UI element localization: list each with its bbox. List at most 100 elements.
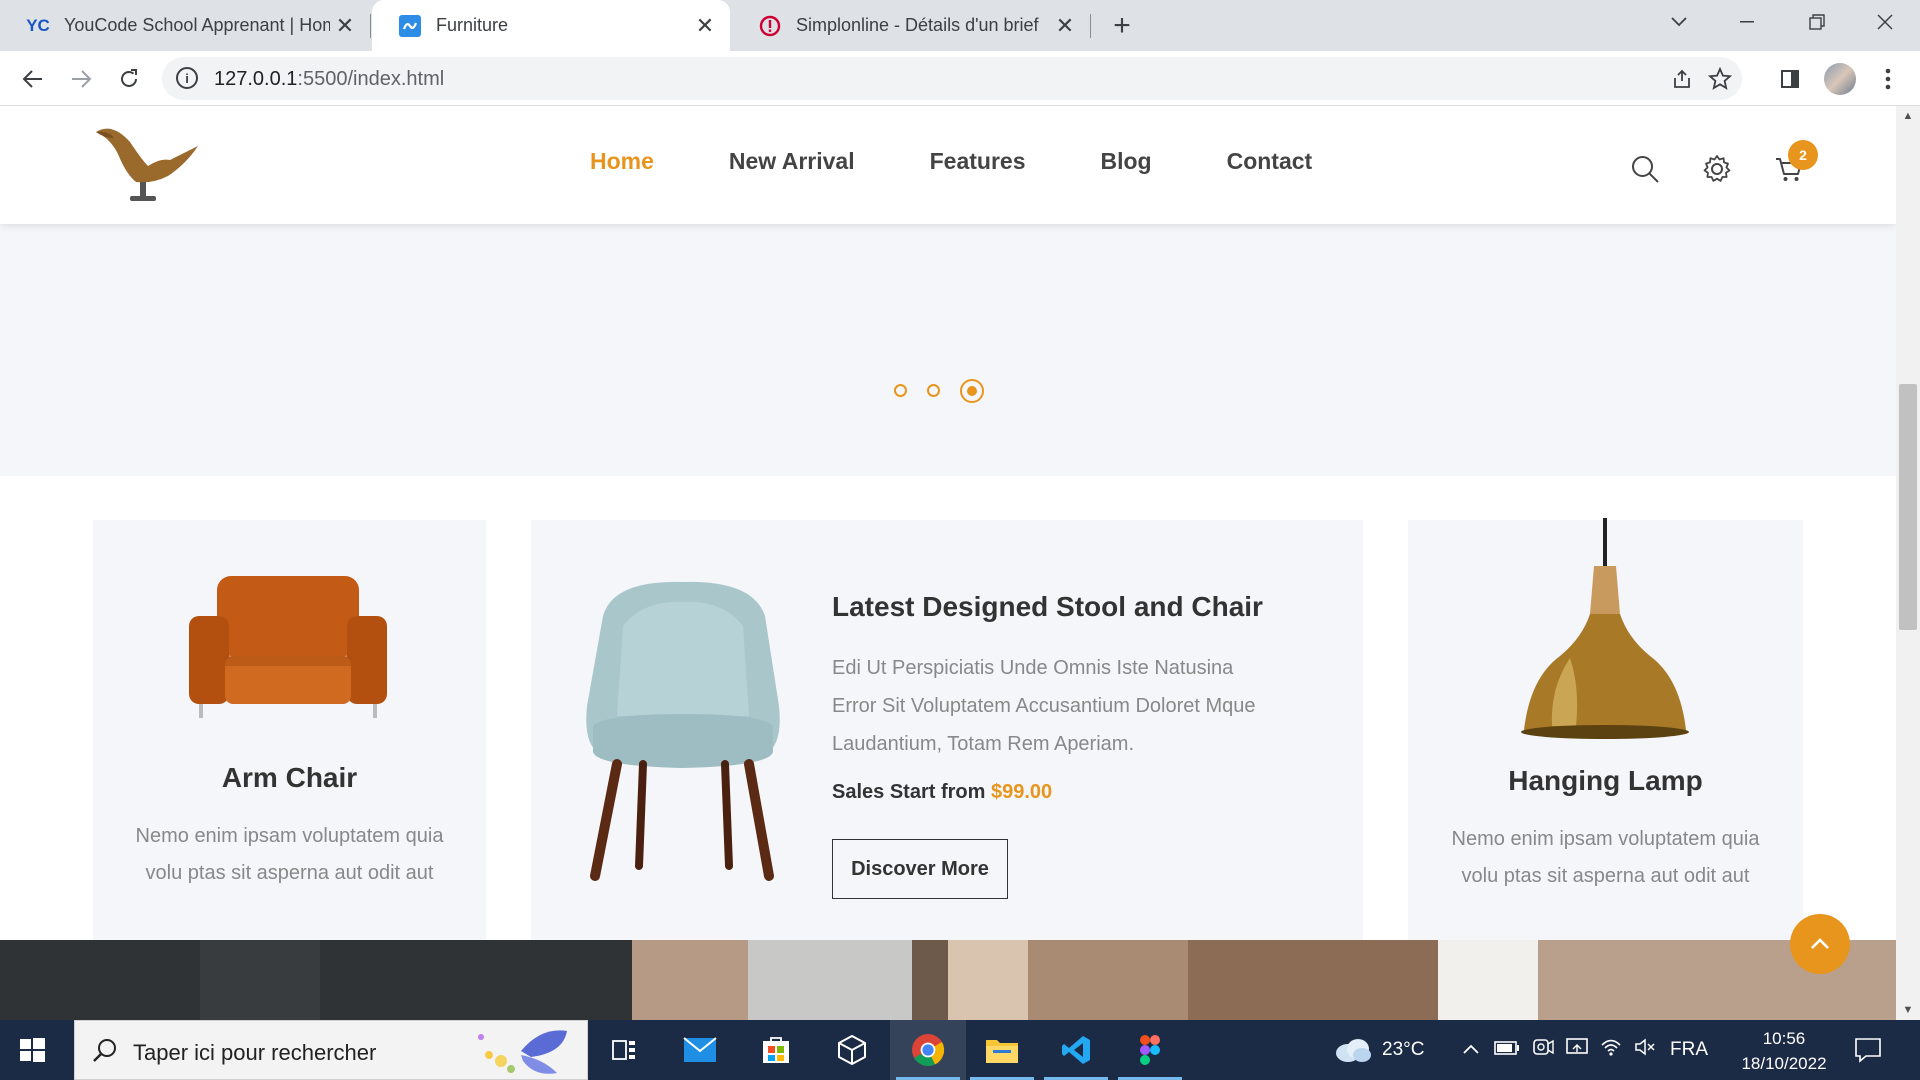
simplon-favicon [758,14,782,38]
search-placeholder: Taper ici pour rechercher [133,1040,377,1065]
scroll-down-arrow-icon[interactable]: ▼ [1900,1002,1916,1018]
microsoft-store-icon[interactable] [738,1020,814,1080]
product-desc-line-1: Nemo enim ipsam voluptatem quia [1451,828,1760,850]
product-name: Arm Chair [221,762,358,793]
task-view-icon[interactable] [586,1020,662,1080]
butterfly-highlight-icon [478,1030,567,1074]
vscode-app-icon[interactable] [1038,1020,1114,1080]
site-header: Home New Arrival Features Blog Contact [0,106,1896,224]
site-info-icon[interactable]: i [176,67,198,89]
page-viewport: Home New Arrival Features Blog Contact A… [0,106,1896,1020]
featured-desc-line-3: Laudantium, Totam Rem Aperiam. [832,733,1135,755]
tab-youcode[interactable]: YC YouCode School Apprenant | Home ✕ [0,0,370,51]
windows-taskbar: Taper ici pour rechercher 23°C FRA 10:56… [0,1020,1920,1080]
tab-simplonline[interactable]: Simplonline - Détails d'un brief ✕ [732,0,1090,51]
nav-contact[interactable]: Contact [1227,148,1313,175]
volume-muted-icon[interactable] [1634,1037,1656,1063]
tab-separator [370,14,371,38]
price-amount: $99.00 [990,781,1053,803]
mail-app-icon[interactable] [662,1020,738,1080]
profile-avatar[interactable] [1824,63,1856,95]
figma-app-icon[interactable] [1112,1020,1188,1080]
side-panel-icon[interactable] [1776,65,1804,93]
reload-icon[interactable] [110,60,148,98]
tab-search-chevron-icon[interactable] [1656,4,1702,40]
forward-arrow-icon[interactable] [62,60,100,98]
windows-start-icon[interactable] [14,1032,50,1068]
share-icon[interactable] [1668,65,1696,93]
accent-chair-image [586,581,780,881]
clock-time: 10:56 [1762,1029,1806,1048]
browser-toolbar: i 127.0.0.1:5500/index.html [0,51,1920,106]
main-nav: Home New Arrival Features Blog Contact [590,148,1387,175]
tray-chevron-up-icon[interactable] [1462,1039,1480,1061]
weather-widget[interactable]: 23°C [1334,1020,1424,1080]
discover-more-button[interactable]: Discover More [832,839,1008,899]
product-name: Hanging Lamp [1508,765,1703,796]
tab-title: YouCode School Apprenant | Home [64,15,330,35]
battery-icon[interactable] [1494,1039,1520,1061]
gear-icon[interactable] [1700,152,1734,186]
tab-title: Simplonline - Détails d'un brief [796,15,1039,35]
arm-chair-image [189,576,387,718]
nav-new-arrival[interactable]: New Arrival [729,148,855,175]
search-icon [93,1039,116,1062]
product-card-hanging-lamp[interactable]: Hanging Lamp Nemo enim ipsam voluptatem … [1408,518,1803,940]
camera-icon[interactable] [1532,1037,1554,1063]
back-arrow-icon[interactable] [14,60,52,98]
nav-home[interactable]: Home [590,148,654,175]
tab-separator [1090,14,1091,38]
chrome-app-icon[interactable] [890,1020,966,1080]
file-explorer-icon[interactable] [964,1020,1040,1080]
featured-description: Edi Ut Perspiciatis Unde Omnis Iste Natu… [832,649,1292,763]
scrollbar-thumb[interactable] [1899,384,1917,630]
bookmark-star-icon[interactable] [1706,65,1734,93]
product-card-arm-chair[interactable]: Arm Chair Nemo enim ipsam voluptatem qui… [93,520,486,940]
system-tray-icons: FRA [1462,1020,1708,1080]
chevron-up-icon [1811,938,1829,949]
hero-slider [0,224,1896,476]
notification-center-icon[interactable] [1854,1020,1882,1080]
tab-title: Furniture [436,15,509,35]
minimize-icon[interactable] [1724,4,1770,40]
featured-title: Latest Designed Stool and Chair [832,591,1263,622]
scroll-to-top-button[interactable] [1790,914,1850,974]
address-bar[interactable]: i 127.0.0.1:5500/index.html [162,57,1742,100]
close-tab-icon[interactable]: ✕ [690,11,720,41]
bird-chair-logo-icon[interactable] [90,120,200,210]
page-scrollbar[interactable]: ▲ ▼ [1896,106,1920,1020]
screen-share-icon[interactable] [1566,1037,1588,1063]
cart-count-badge: 2 [1788,140,1818,170]
slider-dot-1[interactable] [894,384,907,397]
featured-desc-line-1: Edi Ut Perspiciatis Unde Omnis Iste Natu… [832,657,1234,679]
kebab-menu-icon[interactable] [1874,65,1902,93]
next-section-banner-image [0,940,1896,1020]
nav-blog[interactable]: Blog [1100,148,1151,175]
nav-features[interactable]: Features [930,148,1026,175]
slider-dot-2[interactable] [927,384,940,397]
cloud-icon [1336,1039,1371,1062]
taskbar-search-input[interactable]: Taper ici pour rechercher [74,1020,588,1080]
tab-furniture[interactable]: Furniture ✕ [372,0,730,51]
close-tab-icon[interactable]: ✕ [1050,11,1080,41]
wifi-icon[interactable] [1600,1037,1622,1063]
cube-app-icon[interactable] [814,1020,890,1080]
product-desc-line-2: volu ptas sit asperna aut odit aut [145,862,434,884]
new-tab-plus-icon[interactable]: + [1104,8,1140,44]
search-icon[interactable] [1628,152,1662,186]
youcode-favicon: YC [26,15,50,35]
hanging-lamp-image [1521,518,1689,739]
weather-temp: 23°C [1382,1039,1425,1060]
close-window-icon[interactable] [1862,4,1908,40]
close-tab-icon[interactable]: ✕ [330,11,360,41]
product-desc-line-1: Nemo enim ipsam voluptatem quia [135,825,444,847]
featured-desc-line-2: Error Sit Voluptatem Accusantium Doloret… [832,695,1256,717]
scroll-up-arrow-icon[interactable]: ▲ [1900,108,1916,124]
product-desc-line-2: volu ptas sit asperna aut odit aut [1461,865,1750,887]
browser-tab-strip: YC YouCode School Apprenant | Home ✕ Fur… [0,0,1920,51]
slider-dot-3-active[interactable] [960,379,984,403]
input-language[interactable]: FRA [1670,1039,1708,1061]
clock-date: 18/10/2022 [1741,1054,1827,1073]
taskbar-clock[interactable]: 10:56 18/10/2022 [1732,1026,1836,1076]
restore-icon[interactable] [1794,4,1840,40]
